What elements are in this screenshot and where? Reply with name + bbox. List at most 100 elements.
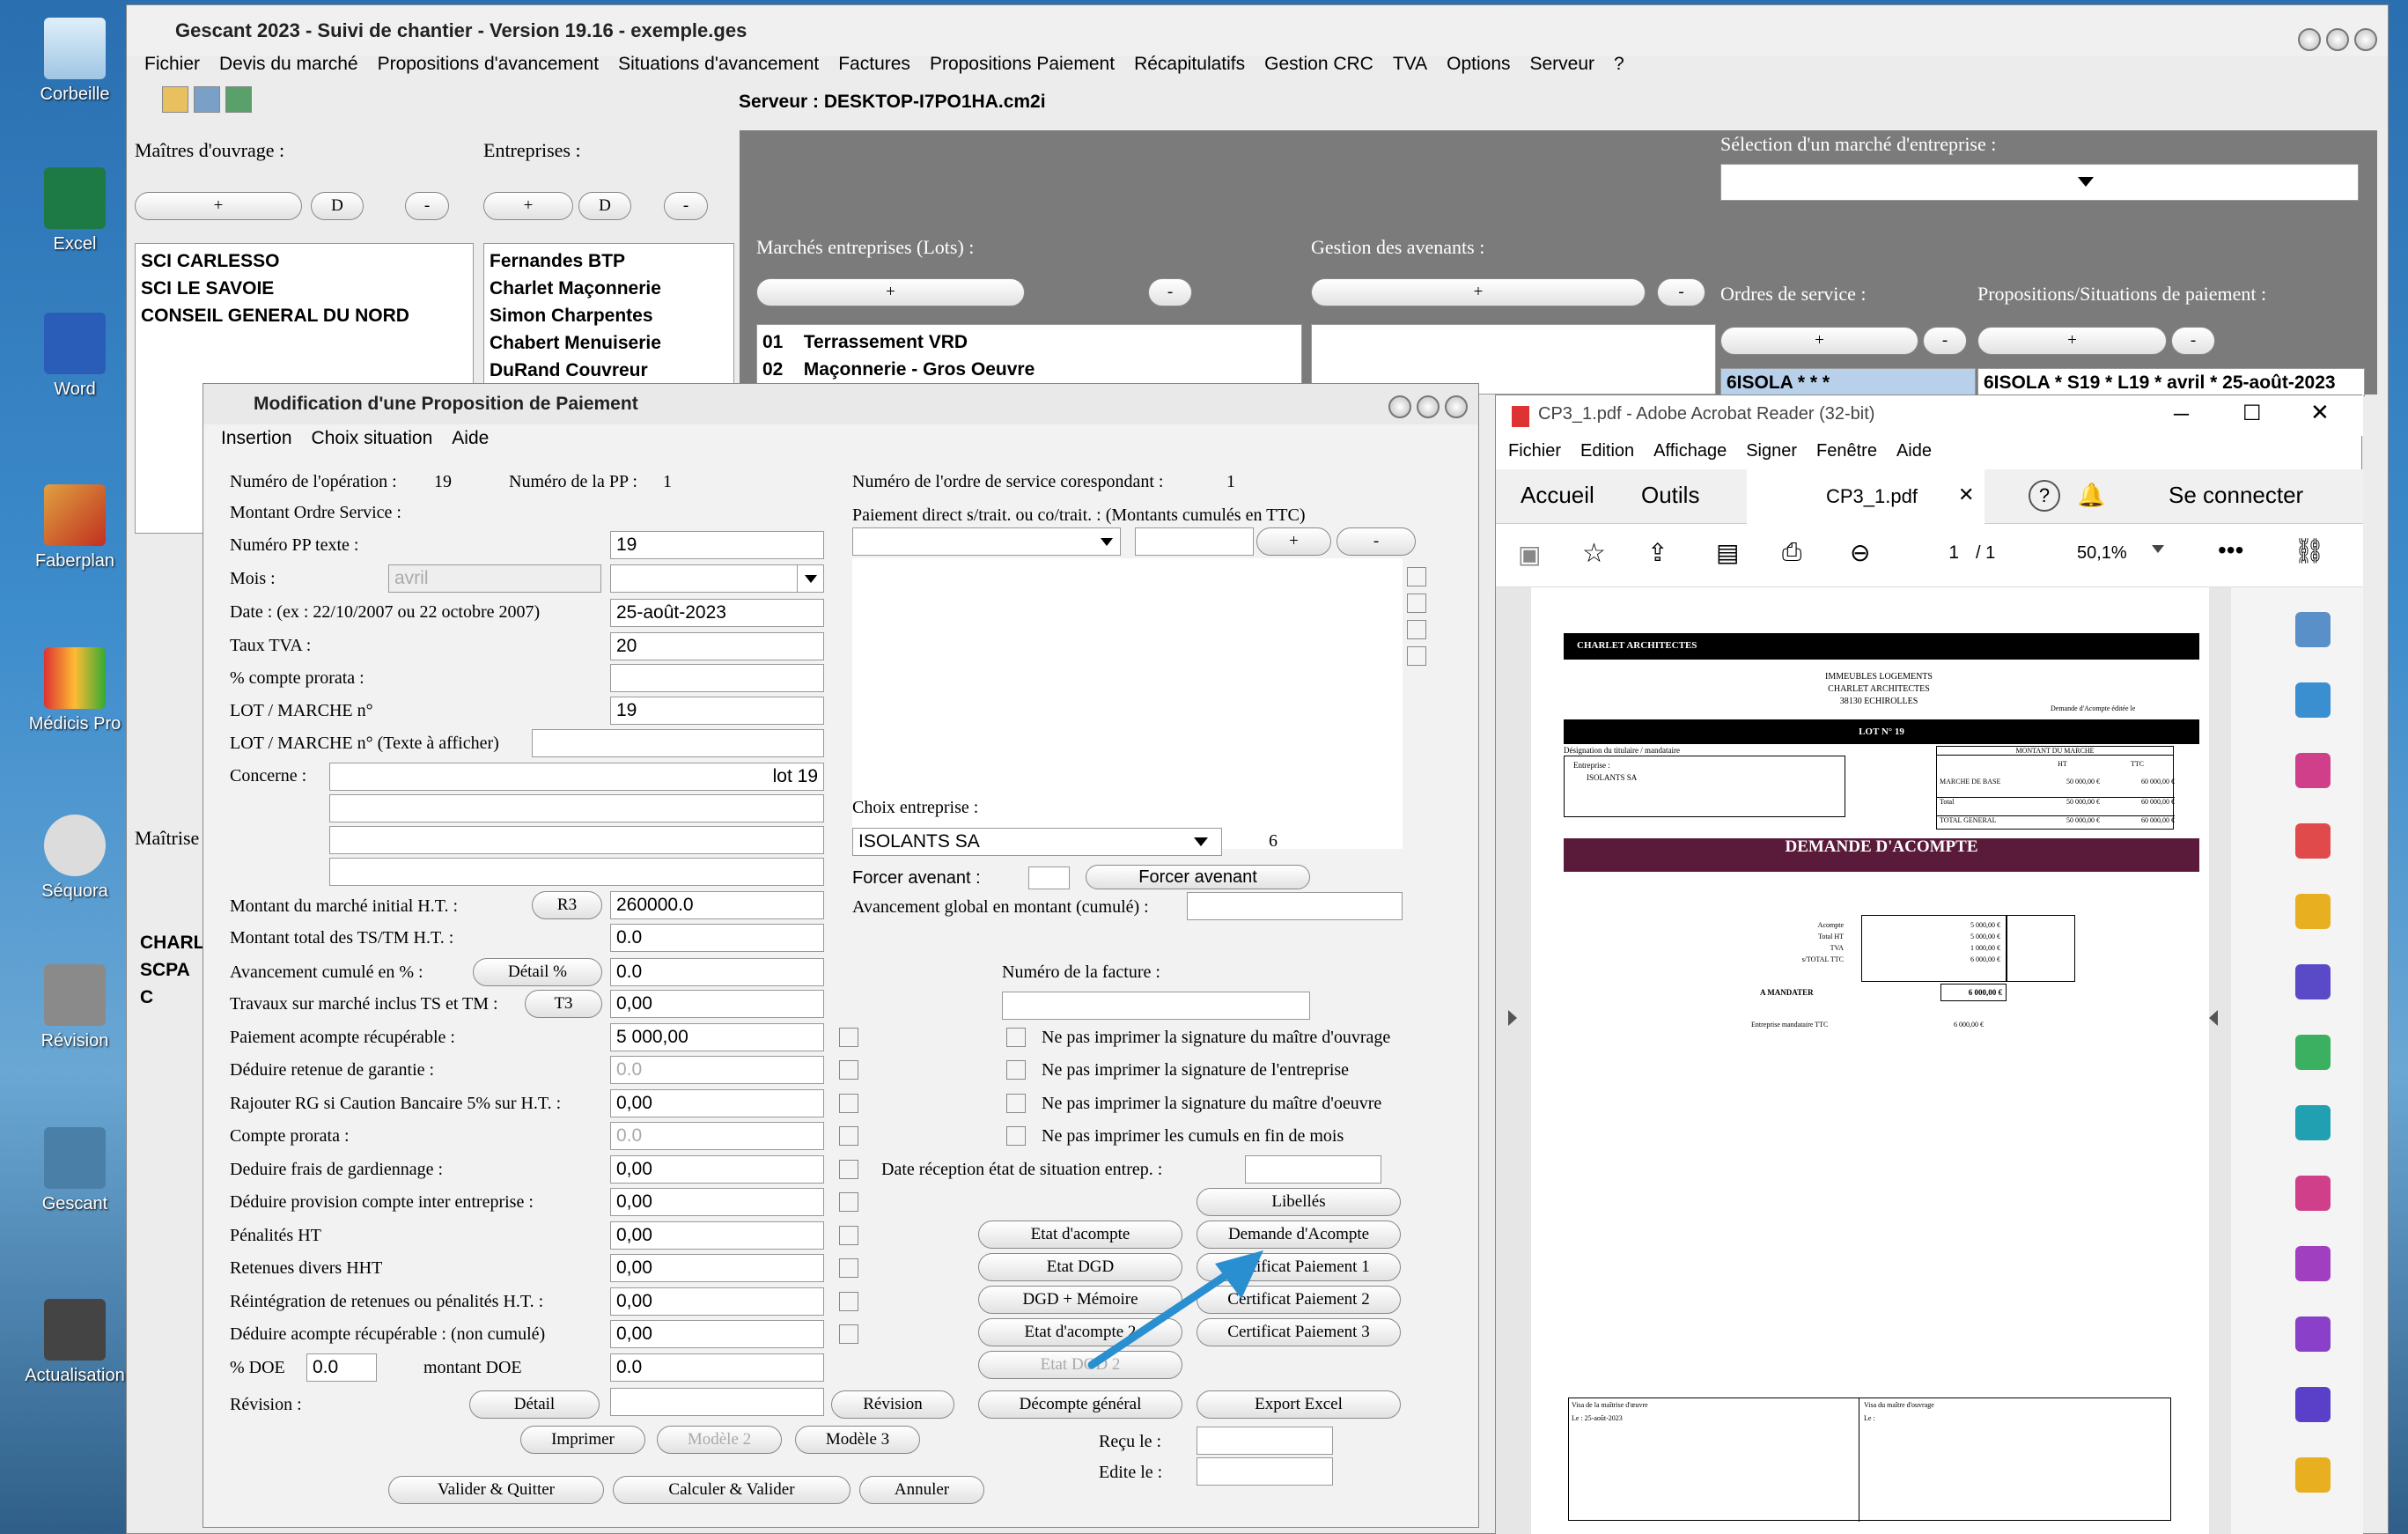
comment-icon[interactable]	[2295, 894, 2331, 929]
actualisation-icon[interactable]: Actualisation	[9, 1299, 141, 1386]
maximize-button[interactable]: ☐	[2242, 401, 2262, 426]
d-maitre-button[interactable]: D	[311, 192, 364, 220]
list-item[interactable]: SCI LE SAVOIE	[141, 275, 468, 302]
help-icon[interactable]: ?	[2029, 480, 2060, 512]
document-icon[interactable]	[194, 86, 220, 113]
add-maitre-button[interactable]: +	[135, 192, 302, 220]
pd-checkbox-3[interactable]	[1407, 620, 1426, 639]
valider-quitter-button[interactable]: Valider & Quitter	[388, 1476, 604, 1504]
protect-icon[interactable]	[2295, 1246, 2331, 1281]
r3-button[interactable]: R3	[532, 891, 602, 919]
montant-doe-input[interactable]: 0.0	[610, 1353, 824, 1382]
recu-le-input[interactable]	[1197, 1427, 1333, 1455]
no-sign-maitre-oeuvre-checkbox[interactable]	[1006, 1094, 1026, 1113]
num-pp-texte-input[interactable]: 19	[610, 531, 824, 559]
list-item[interactable]: CONSEIL GENERAL DU NORD	[141, 302, 468, 329]
fill-sign-icon[interactable]	[2295, 1387, 2331, 1422]
create-pdf-icon[interactable]	[2295, 823, 2331, 859]
list-item[interactable]: Charlet Maçonnerie	[490, 275, 728, 302]
add-marche-button[interactable]: +	[756, 278, 1025, 306]
menu-serveur[interactable]: Serveur	[1530, 54, 1595, 74]
tva-input[interactable]: 20	[610, 632, 824, 660]
revision-button[interactable]: Révision	[831, 1390, 954, 1419]
excel-icon[interactable]: Excel	[9, 167, 141, 254]
deduire-acompte-checkbox[interactable]	[839, 1324, 858, 1344]
menu-choix-situation[interactable]: Choix situation	[312, 428, 433, 448]
imprimer-button[interactable]: Imprimer	[520, 1426, 645, 1454]
close-button[interactable]	[2354, 28, 2377, 51]
combine-icon[interactable]	[2295, 964, 2331, 999]
menu-factures[interactable]: Factures	[838, 54, 910, 74]
remove-os-button[interactable]: -	[1923, 327, 1967, 355]
link-icon[interactable]: ⛓	[2294, 536, 2325, 565]
minimize-button[interactable]	[2298, 28, 2321, 51]
maximize-button[interactable]	[2326, 28, 2349, 51]
concerne-input-2[interactable]	[329, 794, 824, 822]
remove-entreprise-button[interactable]: -	[664, 192, 708, 220]
reintegration-input[interactable]: 0,00	[610, 1287, 824, 1316]
menu-fichier[interactable]: Fichier	[144, 54, 200, 74]
provision-input[interactable]: 0,00	[610, 1188, 824, 1216]
chevron-down-icon[interactable]	[2152, 545, 2164, 553]
word-icon[interactable]: Word	[9, 313, 141, 400]
reintegration-checkbox[interactable]	[839, 1292, 858, 1311]
list-item[interactable]: CHARL	[140, 929, 205, 956]
paiement-direct-select[interactable]	[852, 527, 1121, 556]
gescant-icon[interactable]: Gescant	[9, 1127, 141, 1214]
menu-fichier[interactable]: Fichier	[1508, 441, 1561, 461]
penalites-input[interactable]: 0,00	[610, 1221, 824, 1250]
compte-prorata-input[interactable]: 0.0	[610, 1122, 824, 1150]
decompte-general-button[interactable]: Décompte général	[978, 1390, 1182, 1419]
zoom-level[interactable]: 50,1%	[2077, 543, 2127, 564]
t3-button[interactable]: T3	[525, 990, 602, 1018]
maximize-button[interactable]	[1417, 395, 1440, 418]
edite-le-input[interactable]	[1197, 1457, 1333, 1486]
expand-left-icon[interactable]	[1508, 1010, 1517, 1026]
menu-edition[interactable]: Edition	[1580, 441, 1634, 461]
selection-marche-select[interactable]	[1720, 164, 2359, 201]
deduire-acompte-input[interactable]: 0,00	[610, 1320, 824, 1348]
concerne-input-1[interactable]: lot 19	[329, 763, 824, 791]
add-prop-button[interactable]: +	[1977, 327, 2167, 355]
concerne-input-4[interactable]	[329, 858, 824, 886]
penalites-checkbox[interactable]	[839, 1226, 858, 1245]
close-tab-icon[interactable]: ✕	[1958, 483, 1974, 506]
more-tools-icon[interactable]	[2295, 1457, 2331, 1493]
detail-button[interactable]: Détail	[469, 1390, 600, 1419]
open-folder-icon[interactable]	[162, 86, 188, 113]
revision-icon[interactable]: Révision	[9, 964, 141, 1051]
menu-fenetre[interactable]: Fenêtre	[1816, 441, 1877, 461]
print-icon[interactable]: ⎙	[1782, 538, 1801, 567]
lot-texte-input[interactable]	[532, 729, 824, 757]
edit-icon[interactable]	[2295, 1176, 2331, 1211]
list-item[interactable]: Fernandes BTP	[490, 247, 728, 275]
minimize-button[interactable]	[1388, 395, 1411, 418]
prorata-input[interactable]	[610, 664, 824, 692]
medicis-pro-icon[interactable]: Médicis Pro	[9, 647, 141, 734]
tab-document[interactable]: CP3_1.pdf ✕	[1747, 469, 1985, 524]
se-connecter-button[interactable]: Se connecter	[2169, 482, 2303, 509]
remove-prop-button[interactable]: -	[2171, 327, 2215, 355]
detail-percent-button[interactable]: Détail %	[473, 958, 602, 986]
zoom-out-icon[interactable]: ⊖	[1850, 538, 1870, 567]
remove-paiement-direct-button[interactable]: -	[1337, 527, 1416, 556]
avancement-input[interactable]: 0.0	[610, 958, 824, 986]
montant-initial-input[interactable]: 260000.0	[610, 891, 824, 919]
recycle-bin-icon[interactable]: Corbeille	[9, 18, 141, 105]
forcer-avenant-button[interactable]: Forcer avenant	[1086, 865, 1310, 889]
menu-devis[interactable]: Devis du marché	[219, 54, 358, 74]
menu-affichage[interactable]: Affichage	[1653, 441, 1727, 461]
avancement-global-input[interactable]	[1187, 892, 1403, 920]
lock-document-icon[interactable]: ▤	[1716, 538, 1739, 567]
lot-input[interactable]: 19	[610, 697, 824, 725]
list-item[interactable]: SCPA C	[140, 956, 200, 1011]
search-zoom-icon[interactable]	[2295, 612, 2331, 647]
pd-checkbox-4[interactable]	[1407, 646, 1426, 666]
list-item[interactable]: Chabert Menuiserie	[490, 329, 728, 357]
remove-marche-button[interactable]: -	[1148, 278, 1192, 306]
paiement-direct-amount[interactable]	[1135, 527, 1254, 556]
libelles-button[interactable]: Libellés	[1197, 1188, 1401, 1216]
more-icon[interactable]: •••	[2218, 536, 2243, 564]
retenue-garantie-input[interactable]: 0.0	[610, 1056, 824, 1084]
add-entreprise-button[interactable]: +	[483, 192, 573, 220]
